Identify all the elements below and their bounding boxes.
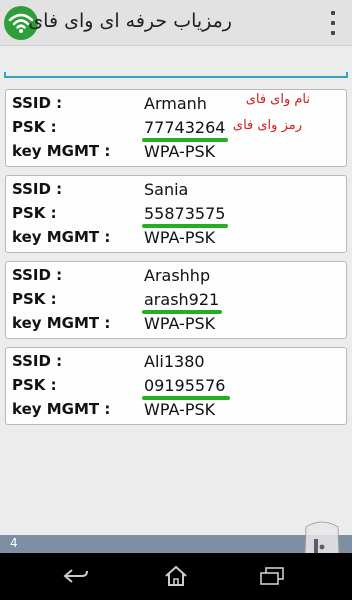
ssid-value: Armanh xyxy=(144,94,207,113)
psk-annotation: رمز وای فای xyxy=(232,118,302,133)
psk-row: PSK : arash921 xyxy=(6,288,346,314)
network-count: 4 xyxy=(10,536,18,550)
ssid-row: SSID : Arashhp xyxy=(6,264,346,288)
network-card[interactable]: SSID : Armanh PSK : 77743264 key MGMT : … xyxy=(5,89,347,167)
system-nav-bar xyxy=(0,553,352,600)
key-mgmt-row: key MGMT : WPA-PSK xyxy=(6,140,346,164)
key-mgmt-row: key MGMT : WPA-PSK xyxy=(6,398,346,422)
psk-value: 09195576 xyxy=(144,376,226,395)
back-icon[interactable] xyxy=(56,561,96,591)
ssid-row: SSID : Sania xyxy=(6,178,346,202)
key-mgmt-value: WPA-PSK xyxy=(144,400,216,419)
ssid-annotation: نام وای فای xyxy=(245,92,310,107)
ssid-label: SSID : xyxy=(12,180,63,198)
app-title: رمزیاب حرفه ای وای فای xyxy=(28,10,232,32)
ssid-value: Ali1380 xyxy=(144,352,205,371)
action-bar: رمزیاب حرفه ای وای فای xyxy=(0,0,352,46)
psk-value: 77743264 xyxy=(144,118,226,137)
key-mgmt-row: key MGMT : WPA-PSK xyxy=(6,312,346,336)
psk-label: PSK : xyxy=(12,118,57,136)
network-card[interactable]: SSID : Ali1380 PSK : 09195576 key MGMT :… xyxy=(5,347,347,425)
ssid-value: Sania xyxy=(144,180,189,199)
recent-apps-icon[interactable] xyxy=(252,561,292,591)
ssid-value: Arashhp xyxy=(144,266,211,285)
input-edge-right xyxy=(346,72,348,78)
search-input[interactable] xyxy=(4,52,348,78)
network-card[interactable]: SSID : Sania PSK : 55873575 key MGMT : W… xyxy=(5,175,347,253)
key-mgmt-value: WPA-PSK xyxy=(144,142,216,161)
home-icon[interactable] xyxy=(156,561,196,591)
psk-label: PSK : xyxy=(12,376,57,394)
psk-label: PSK : xyxy=(12,204,57,222)
psk-row: PSK : 09195576 xyxy=(6,374,346,400)
key-mgmt-label: key MGMT : xyxy=(12,228,111,246)
key-mgmt-value: WPA-PSK xyxy=(144,228,216,247)
key-mgmt-label: key MGMT : xyxy=(12,400,111,418)
key-mgmt-row: key MGMT : WPA-PSK xyxy=(6,226,346,250)
ssid-row: SSID : Ali1380 xyxy=(6,350,346,374)
psk-value: 55873575 xyxy=(144,204,226,223)
input-edge-left xyxy=(4,72,6,78)
network-card[interactable]: SSID : Arashhp PSK : arash921 key MGMT :… xyxy=(5,261,347,339)
overflow-menu-icon[interactable] xyxy=(328,11,338,35)
psk-row: PSK : 55873575 xyxy=(6,202,346,228)
ssid-label: SSID : xyxy=(12,352,63,370)
key-mgmt-value: WPA-PSK xyxy=(144,314,216,333)
ssid-label: SSID : xyxy=(12,94,63,112)
ssid-label: SSID : xyxy=(12,266,63,284)
psk-value: arash921 xyxy=(144,290,220,309)
key-mgmt-label: key MGMT : xyxy=(12,314,111,332)
psk-label: PSK : xyxy=(12,290,57,308)
key-mgmt-label: key MGMT : xyxy=(12,142,111,160)
